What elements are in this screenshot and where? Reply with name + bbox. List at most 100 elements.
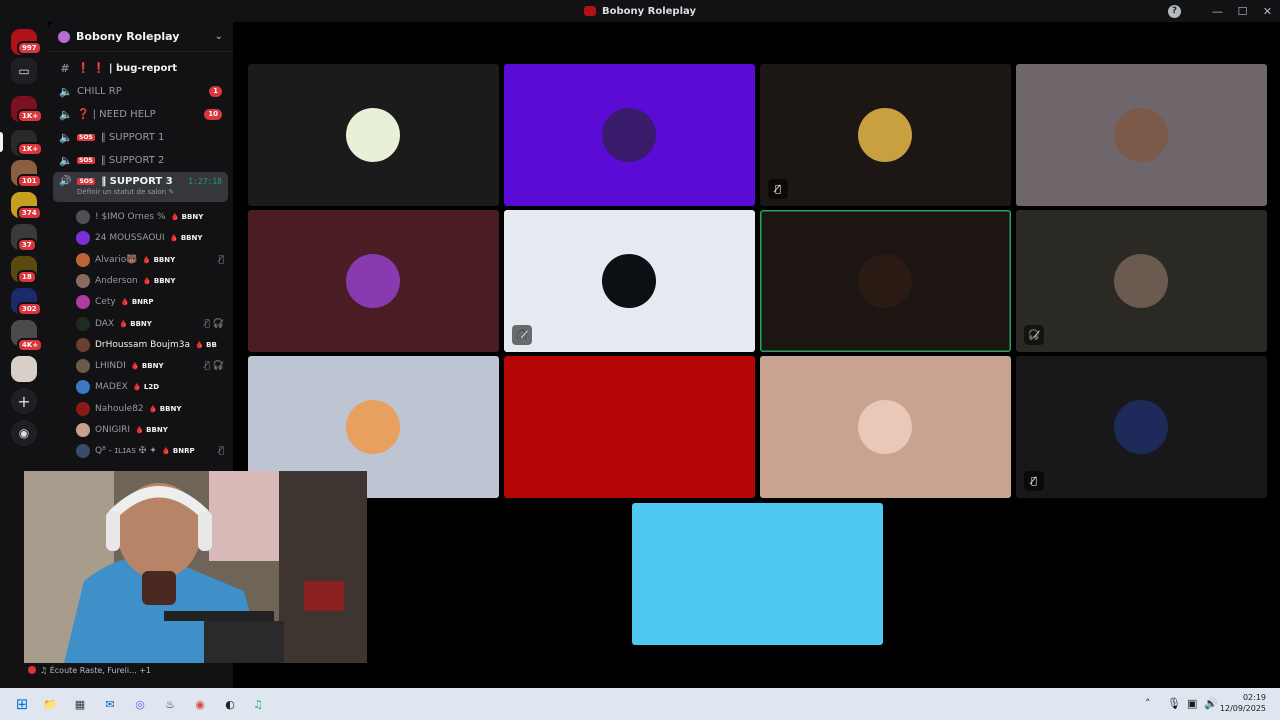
participant-avatar: [602, 400, 656, 454]
participant-video-tile[interactable]: [504, 356, 755, 498]
voice-member[interactable]: Cety 🩸 BNRP: [76, 293, 226, 311]
participant-video-tile[interactable]: 🎧̸: [1016, 210, 1267, 352]
add-server-icon[interactable]: +: [11, 388, 37, 414]
channel-bug-report[interactable]: # ❗ ❗ | bug-report: [53, 58, 228, 78]
spotify-icon[interactable]: ♫: [248, 694, 268, 714]
voice-member[interactable]: Nahoule82 🩸 BBNY: [76, 400, 226, 418]
steam-icon[interactable]: ♨: [160, 694, 180, 714]
speaker-icon: 🔈: [59, 153, 73, 167]
channel-name: ‖ SUPPORT 3: [101, 176, 173, 187]
server-name: Bobony Roleplay: [76, 30, 180, 43]
member-tag: 🩸 BBNY: [170, 213, 204, 221]
channel-name: CHILL RP: [77, 85, 122, 97]
window-title-text: Bobony Roleplay: [602, 5, 696, 17]
voice-member[interactable]: LHINDI 🩸 BBNY 🎙̸ 🎧̸: [76, 357, 226, 375]
participant-avatar: [858, 400, 912, 454]
channel-support-3[interactable]: 🔊 SOS ‖ SUPPORT 3 1:27:18 Définir un sta…: [53, 172, 228, 202]
discord-app-window: Bobony Roleplay ? — ☐ ✕ 997 ▭ 1K+ 1K+ 10…: [0, 0, 1280, 720]
participant-avatar: [858, 254, 912, 308]
member-name: MADEX: [95, 382, 128, 393]
member-name: DAX: [95, 318, 115, 329]
member-name: 24 MOUSSAOUI: [95, 233, 165, 244]
voice-member[interactable]: 24 MOUSSAOUI 🩸 BBNY: [76, 229, 226, 247]
voice-member[interactable]: ONIGIRI 🩸 BBNY: [76, 421, 226, 439]
participant-avatar: [858, 108, 912, 162]
discord-icon[interactable]: ◎: [130, 694, 150, 714]
participant-avatar: [1114, 400, 1168, 454]
voice-member[interactable]: MADEX 🩸 L2D: [76, 378, 226, 396]
member-name: Cety: [95, 297, 116, 308]
member-tag: 🩸 L2D: [132, 383, 160, 392]
member-name: Nahoule82: [95, 403, 144, 414]
close-button[interactable]: ✕: [1255, 0, 1280, 22]
member-tag: 🩸 BBNY: [142, 276, 176, 285]
muted-indicator-icon: 🎧̸: [1024, 325, 1044, 345]
channel-name: ‖ SUPPORT 2: [100, 154, 165, 166]
channel-need-help[interactable]: 🔈 ❓ | NEED HELP 10: [53, 104, 228, 124]
voice-member[interactable]: DAX 🩸 BBNY 🎙̸ 🎧̸: [76, 315, 226, 333]
discover-icon[interactable]: ◉: [11, 420, 37, 446]
clock-time: 02:19: [1242, 693, 1266, 702]
network-icon[interactable]: ▣: [1187, 697, 1197, 710]
member-tag: 🩸 BNRP: [161, 447, 195, 456]
title-bar: Bobony Roleplay ? — ☐ ✕: [0, 0, 1280, 22]
participant-video-tile[interactable]: [1016, 64, 1267, 206]
channel-chill-rp[interactable]: 🔈 CHILL RP 1: [53, 81, 228, 101]
file-explorer-icon[interactable]: 📁: [40, 694, 60, 714]
participant-video-tile[interactable]: [504, 64, 755, 206]
channel-support-2[interactable]: 🔈 SOS ‖ SUPPORT 2: [53, 150, 228, 170]
channel-support-1[interactable]: 🔈 SOS ‖ SUPPORT 1: [53, 127, 228, 147]
volume-icon[interactable]: 🔊: [1204, 697, 1218, 710]
participant-avatar: [346, 108, 400, 162]
start-icon[interactable]: ⊞: [12, 694, 32, 714]
voice-member[interactable]: ! $IMO Ornes % 🩸 BBNY: [76, 208, 226, 226]
participant-video-tile[interactable]: [248, 64, 499, 206]
outlook-icon[interactable]: ✉: [100, 694, 120, 714]
avatar: [76, 231, 90, 246]
server-header[interactable]: Bobony Roleplay ⌄: [48, 22, 233, 52]
avatar: [76, 359, 90, 374]
inbox-icon[interactable]: ▭: [11, 58, 37, 84]
speaker-icon: 🔈: [59, 130, 73, 144]
voice-member[interactable]: DrHoussam Boujm3a 🩸 BB: [76, 336, 226, 354]
avatar: [76, 380, 90, 395]
participant-avatar: [602, 108, 656, 162]
server-icon: [58, 30, 70, 43]
channel-status-field[interactable]: Définir un statut de salon ✎: [53, 188, 228, 196]
avatar: [76, 337, 90, 352]
now-playing-text: ♫ Écoute Raste, Fureli... +1: [40, 665, 152, 675]
participant-video-tile[interactable]: [632, 503, 883, 645]
participant-video-tile[interactable]: 🎧̸: [504, 210, 755, 352]
window-title: Bobony Roleplay: [584, 6, 696, 17]
participant-video-tile[interactable]: [760, 356, 1011, 498]
member-name: ONIGIRI: [95, 425, 131, 435]
muted-icon: 🎙̸ 🎧̸: [204, 318, 224, 329]
member-tag: 🩸 BNRP: [120, 298, 154, 307]
participant-video-tile[interactable]: 🎙̸: [760, 64, 1011, 206]
microphone-icon[interactable]: 🎙: [1167, 697, 1181, 710]
member-tag: 🩸 BBNY: [119, 319, 152, 328]
help-icon[interactable]: ?: [1168, 4, 1181, 18]
store-icon[interactable]: ▦: [70, 694, 90, 714]
voice-member[interactable]: Q⁸ - ɪʟɪᴀs ✠ ✦ 🩸 BNRP 🎙̸: [76, 442, 226, 460]
chrome-icon[interactable]: ◉: [190, 694, 210, 714]
member-tag: 🩸 BBNY: [142, 255, 176, 264]
server-icon[interactable]: [11, 356, 37, 382]
participant-avatar: [1114, 254, 1168, 308]
voice-member[interactable]: Anderson 🩸 BBNY: [76, 272, 226, 290]
channel-name: ❗ ❗ | bug-report: [77, 62, 178, 74]
participant-video-tile[interactable]: 🎙̸: [1016, 356, 1267, 498]
hash-icon: #: [60, 61, 70, 75]
participant-video-tile[interactable]: [248, 210, 499, 352]
voice-member[interactable]: Alvario🐻 🩸 BBNY 🎙̸: [76, 251, 226, 269]
obs-icon[interactable]: ◐: [220, 694, 240, 714]
minimize-button[interactable]: —: [1205, 0, 1230, 22]
system-clock[interactable]: 02:19 12/09/2025: [1220, 692, 1266, 714]
chevron-down-icon: ⌄: [214, 31, 223, 42]
maximize-button[interactable]: ☐: [1230, 0, 1255, 22]
member-tag: 🩸 BBNY: [135, 426, 168, 434]
now-playing-status[interactable]: ♫ Écoute Raste, Fureli... +1: [24, 663, 234, 677]
active-server-pill: [0, 132, 3, 152]
participant-video-tile[interactable]: [760, 210, 1011, 352]
tray-chevron-icon[interactable]: ˄: [1145, 697, 1151, 710]
